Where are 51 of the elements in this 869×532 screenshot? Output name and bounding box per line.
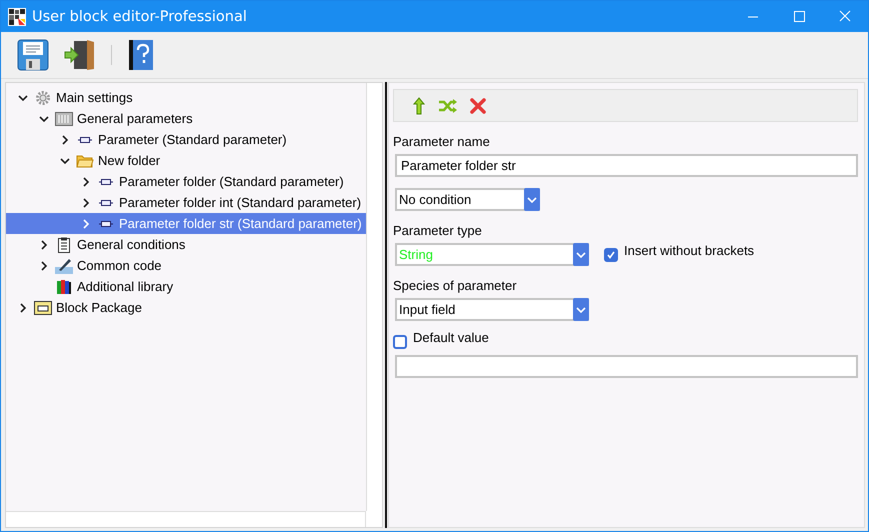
window-title: User block editor-Professional [32,8,248,24]
tree-item[interactable]: Block Package [6,297,366,318]
door-exit-icon[interactable] [63,39,95,71]
tree-item[interactable]: New folder [6,150,366,171]
parameter-icon [99,198,113,206]
default-value-field[interactable] [395,355,858,378]
help-book-icon[interactable] [128,39,154,71]
tree-item[interactable]: Parameter folder (Standard parameter) [6,171,366,192]
toolbar-separator [111,45,112,65]
chevron-down-icon[interactable] [39,114,49,124]
tree-item[interactable]: Parameter (Standard parameter) [6,129,366,150]
checkmark-icon [606,250,616,260]
app-icon [8,8,26,26]
checkbox[interactable] [604,248,618,262]
chevron-right-icon[interactable] [18,302,28,312]
pen-paper-icon [55,258,73,274]
folder-icon [76,154,94,168]
tree-item[interactable]: Common code [6,255,366,276]
arrow-up-icon[interactable] [412,96,426,114]
parameter-icon [78,136,92,144]
chevron-right-icon[interactable] [81,176,91,186]
books-icon [56,278,72,294]
chevron-right-icon[interactable] [60,134,70,144]
species-dropdown[interactable]: Input field [395,298,589,321]
tree-item[interactable]: General conditions [6,234,366,255]
tree-item[interactable]: Parameter folder str (Standard parameter) [6,213,366,234]
condition-dropdown[interactable]: No condition [395,188,540,211]
checkbox-label: Default value [413,330,489,345]
clipboard-icon [58,236,70,252]
chevron-right-icon[interactable] [39,260,49,270]
parameter-name-field[interactable]: Parameter folder str [395,154,858,177]
parameter-icon [99,220,113,228]
chevron-right-icon[interactable] [39,240,49,250]
field-label: Parameter name [393,134,490,149]
tree-item[interactable]: Parameter folder int (Standard parameter) [6,192,366,213]
scrollbar-track[interactable] [6,511,366,527]
field-label: Parameter type [393,223,482,238]
tree-item[interactable]: General parameters [6,108,366,129]
sliders-panel-icon [55,112,73,126]
checkbox-label: Insert without brackets [624,243,754,258]
delete-x-icon[interactable] [470,98,486,114]
chevron-right-icon[interactable] [81,198,91,208]
gear-icon [35,90,51,106]
field-label: Species of parameter [393,278,517,293]
tree-item[interactable]: Additional library [6,276,366,297]
parameter-icon [99,178,113,186]
chevron-down-icon[interactable] [18,92,28,102]
tree-item[interactable]: Main settings [6,87,366,108]
checkbox[interactable] [393,335,407,349]
package-icon [34,300,52,314]
chevron-down-icon[interactable] [60,156,70,166]
